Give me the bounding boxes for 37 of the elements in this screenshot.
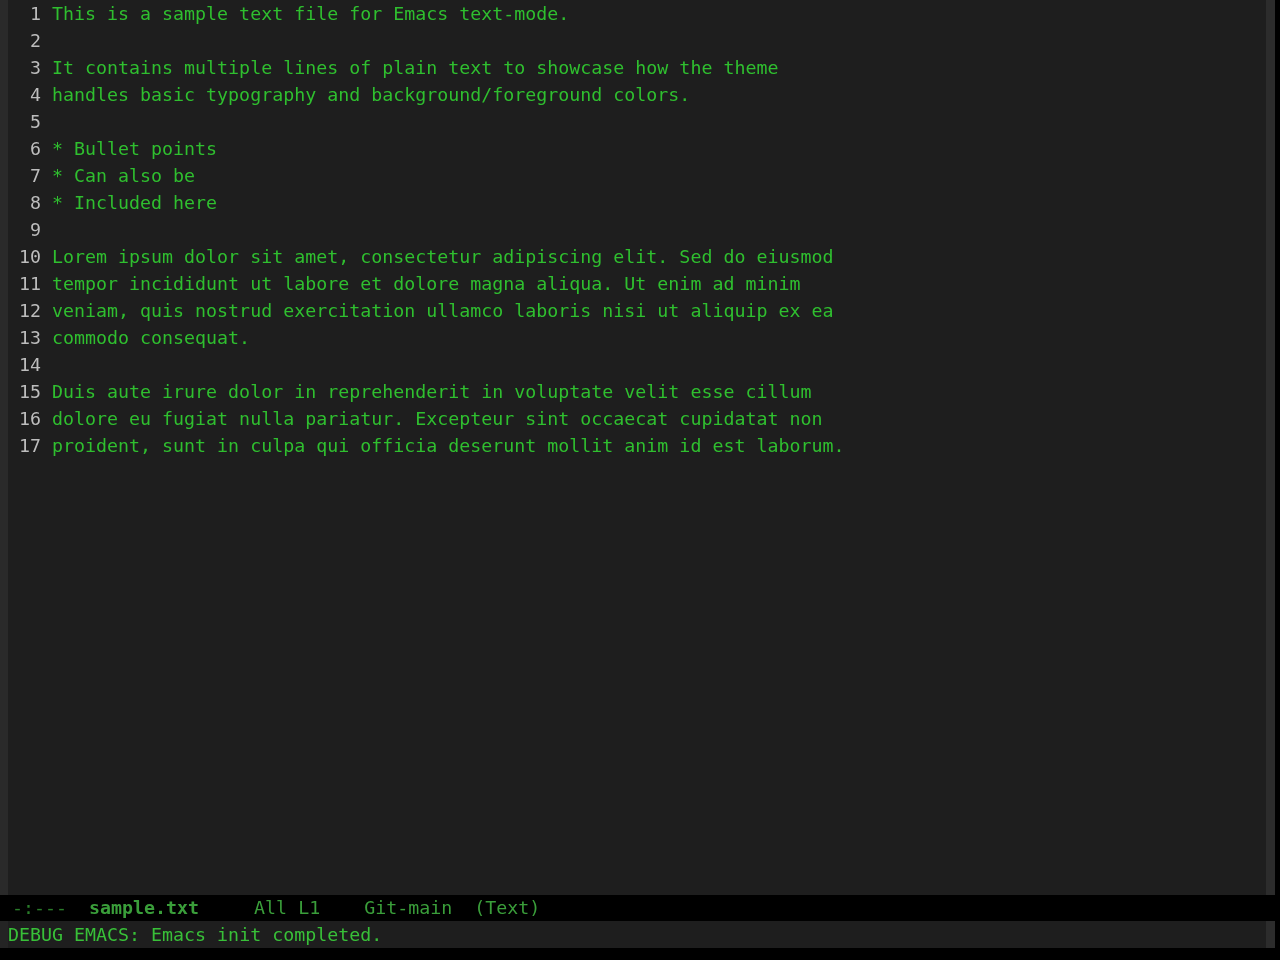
line-number: 6 — [30, 138, 41, 159]
line-number: 5 — [30, 111, 41, 132]
line-number: 10 — [19, 246, 41, 267]
cursor-position: All L1 — [254, 896, 321, 920]
text-line: Lorem ipsum dolor sit amet, consectetur adipiscing elit. Sed do eiusmod — [52, 245, 834, 269]
text-line: veniam, quis nostrud exercitation ullamco laboris nisi ut aliquip ex ea — [52, 299, 834, 323]
line-number: 15 — [19, 381, 41, 402]
text-line: Duis aute irure dolor in reprehenderit in voluptate velit esse cillum — [52, 380, 812, 404]
echo-message: DEBUG EMACS: Emacs init completed. — [8, 924, 383, 945]
text-line: tempor incididunt ut labore et dolore magna aliqua. Ut enim ad minim — [52, 272, 801, 296]
line-number: 12 — [19, 300, 41, 321]
text-line: handles basic typography and background/foreground colors. — [52, 83, 691, 107]
line-number: 7 — [30, 165, 41, 186]
line-number: 11 — [19, 273, 41, 294]
major-mode: (Text) — [474, 896, 541, 920]
text-line: proident, sunt in culpa qui officia deserunt mollit anim id est laborum. — [52, 434, 845, 458]
text-line: This is a sample text file for Emacs text-mode. — [52, 2, 570, 26]
text-line: dolore eu fugiat nulla pariatur. Excepteur sint occaecat cupidatat non — [52, 407, 823, 431]
line-number: 9 — [30, 219, 41, 240]
git-branch: Git-main — [364, 896, 453, 920]
line-number: 1 — [30, 3, 41, 24]
line-number: 17 — [19, 435, 41, 456]
text-line: * Included here — [52, 191, 218, 215]
line-number: 13 — [19, 327, 41, 348]
buffer-name: sample.txt — [89, 896, 200, 920]
line-number: 14 — [19, 354, 41, 375]
modified-status: -:--- — [12, 896, 68, 920]
text-line: * Bullet points — [52, 137, 218, 161]
text-line: commodo consequat. — [52, 326, 251, 350]
line-number: 4 — [30, 84, 41, 105]
line-number: 2 — [30, 30, 41, 51]
line-number: 8 — [30, 192, 41, 213]
text-line: It contains multiple lines of plain text to showcase how the theme — [52, 56, 779, 80]
editor-pane[interactable] — [0, 0, 1275, 895]
line-number: 16 — [19, 408, 41, 429]
text-line: * Can also be — [52, 164, 196, 188]
line-number: 3 — [30, 57, 41, 78]
